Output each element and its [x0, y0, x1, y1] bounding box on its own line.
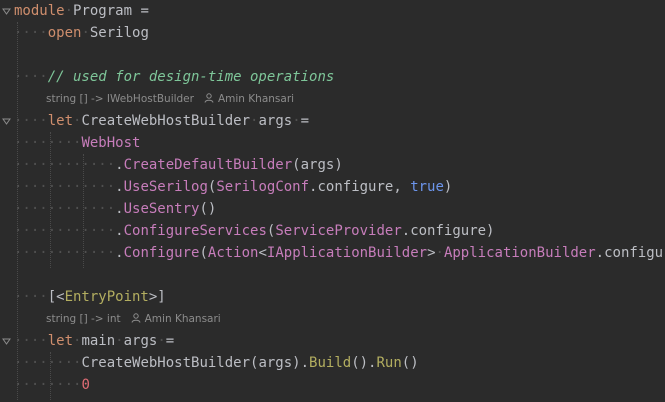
operator: < [258, 245, 267, 261]
function-name: main [81, 333, 116, 349]
code-line[interactable]: ····[<EntryPoint>] [14, 286, 166, 308]
keyword: module [14, 3, 65, 19]
dot: . [115, 201, 124, 217]
inlay-hint[interactable]: string [] -> IWebHostBuilder Amin Khansar… [46, 90, 294, 108]
user-icon [204, 93, 214, 103]
function-call: CreateWebHostBuilder [81, 355, 251, 371]
class-ref: ServiceProvider [275, 223, 402, 239]
call-args: .configure) [595, 245, 665, 261]
code-line[interactable]: ····// used for design-time operations [14, 66, 334, 88]
fold-icon[interactable] [2, 337, 11, 346]
call-args: .configure, [309, 179, 411, 195]
attribute-bracket: >] [148, 289, 166, 305]
code-editor[interactable]: module·Program = ····open·Serilog ····//… [0, 0, 665, 402]
operator: = [300, 113, 310, 129]
type-signature: string [] -> IWebHostBuilder [46, 93, 194, 105]
code-line[interactable]: ········0 [14, 374, 90, 396]
module-name: Program [73, 3, 133, 19]
number-literal: 0 [81, 377, 90, 393]
code-line[interactable]: ············.UseSentry() [14, 198, 216, 220]
paren: ( [199, 245, 208, 261]
author-name: Amin Khansari [144, 313, 221, 325]
fold-icon[interactable] [2, 7, 11, 16]
attribute-name: EntryPoint [64, 289, 149, 305]
class-ref: SerilogConf [216, 179, 310, 195]
user-icon [131, 313, 141, 323]
code-line[interactable]: ············.ConfigureServices(ServicePr… [14, 220, 494, 242]
code-line[interactable]: ········WebHost [14, 132, 140, 154]
code-line[interactable]: ····let·CreateWebHostBuilder·args·= [14, 110, 309, 132]
call-args: (args) [292, 157, 343, 173]
keyword: open [47, 25, 82, 41]
dot: . [115, 245, 124, 261]
argument: args [123, 333, 158, 349]
method-call: CreateDefaultBuilder [123, 157, 293, 173]
code-line[interactable]: ············.Configure(Action<IApplicati… [14, 242, 665, 264]
class-ref: Action [207, 245, 259, 261]
call-args: () [199, 201, 217, 217]
keyword: let [47, 113, 74, 129]
module-ref: WebHost [81, 135, 141, 151]
code-line[interactable]: ····open·Serilog [14, 22, 149, 44]
interface-ref: IApplicationBuilder [266, 245, 428, 261]
class-ref: ApplicationBuilder [443, 245, 596, 261]
call-args: (args). [250, 355, 310, 371]
fold-icon[interactable] [2, 117, 11, 126]
comment: // used for design-time operations [47, 69, 335, 85]
paren: ) [443, 179, 453, 195]
code-line[interactable]: ········CreateWebHostBuilder(args).Build… [14, 352, 419, 374]
dot: . [115, 223, 124, 239]
method-call: ConfigureServices [123, 223, 267, 239]
call-args: (). [351, 355, 377, 371]
operator: = [165, 333, 175, 349]
method-call: Configure [123, 245, 200, 261]
argument: args [258, 113, 293, 129]
namespace-name: Serilog [89, 25, 149, 41]
function-name: CreateWebHostBuilder [81, 113, 251, 129]
dot: . [115, 179, 124, 195]
code-line[interactable]: ············.UseSerilog(SerilogConf.conf… [14, 176, 452, 198]
dot: . [115, 157, 124, 173]
method-call: Build [309, 355, 352, 371]
keyword: let [47, 333, 74, 349]
call-args: .configure) [401, 223, 495, 239]
type-signature: string [] -> int [46, 313, 121, 325]
method-call: Run [376, 355, 402, 371]
author-name: Amin Khansari [217, 93, 295, 105]
operator: > [427, 245, 436, 261]
operator: = [132, 3, 149, 19]
call-args: () [401, 355, 419, 371]
bool-literal: true [410, 179, 444, 195]
method-call: UseSerilog [123, 179, 208, 195]
code-line[interactable]: ············.CreateDefaultBuilder(args) [14, 154, 343, 176]
inlay-hint[interactable]: string [] -> int Amin Khansari [46, 310, 221, 328]
attribute-bracket: [< [47, 289, 65, 305]
code-line[interactable]: ····let·main·args·= [14, 330, 174, 352]
method-call: UseSentry [123, 201, 200, 217]
code-line[interactable]: module·Program = [14, 0, 149, 22]
